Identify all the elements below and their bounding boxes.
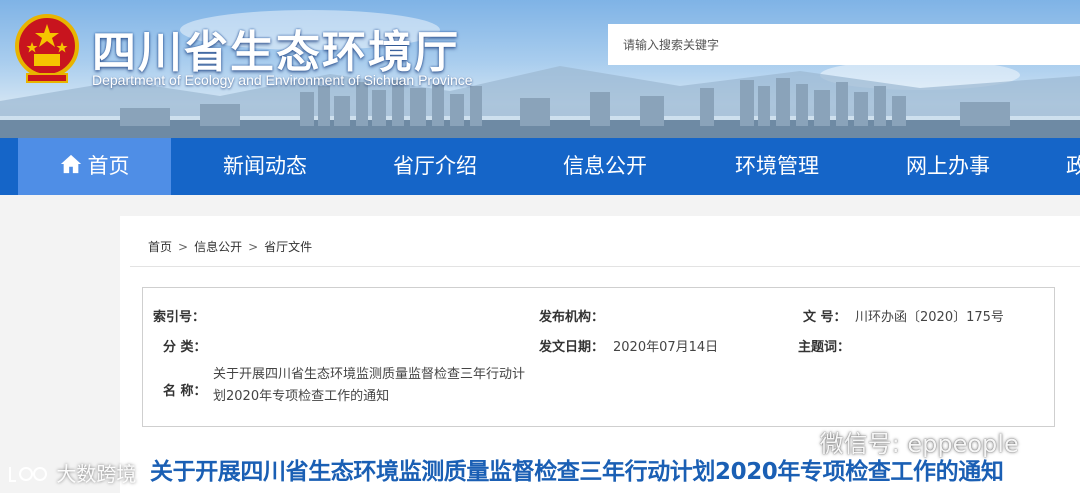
meta-date-value: 2020年07月14日 <box>613 340 719 355</box>
national-emblem-icon <box>15 14 79 83</box>
breadcrumb: 首页 > 信息公开 > 省厅文件 <box>148 238 318 255</box>
document-meta-box: 索引号： 发布机构： 文 号： 川环办函〔2020〕175号 分 类： 发文日期… <box>142 287 1055 427</box>
nav-item-about[interactable]: 省厅介绍 <box>360 138 510 195</box>
nav-item-label: 首页 <box>87 154 130 178</box>
wechat-icon <box>779 431 811 454</box>
wechat-watermark-text: 微信号: eppeople <box>819 430 1019 458</box>
divider <box>130 266 1080 267</box>
nav-item-online[interactable]: 网上办事 <box>873 138 1023 195</box>
breadcrumb-info[interactable]: 信息公开 <box>194 240 242 254</box>
site-subtitle: Department of Ecology and Environment of… <box>92 72 473 88</box>
breadcrumb-separator: > <box>178 240 189 254</box>
brand-logo-icon <box>9 467 47 482</box>
nav-item-environment[interactable]: 环境管理 <box>702 138 852 195</box>
breadcrumb-home[interactable]: 首页 <box>148 240 172 254</box>
nav-item-info[interactable]: 信息公开 <box>530 138 680 195</box>
site-title: 四川省生态环境厅 <box>92 27 460 78</box>
meta-publisher-label: 发布机构： <box>539 310 605 325</box>
meta-docno-value: 川环办函〔2020〕175号 <box>855 310 1004 325</box>
home-icon <box>60 154 81 174</box>
meta-category-label: 分 类： <box>163 340 207 355</box>
meta-subject-label: 主题词： <box>798 340 851 355</box>
wechat-watermark: 微信号: eppeople <box>778 424 1019 459</box>
nav-item-more[interactable]: 政 <box>1066 138 1080 195</box>
nav-item-home[interactable]: 首页 <box>18 138 171 195</box>
breadcrumb-documents[interactable]: 省厅文件 <box>264 240 312 254</box>
main-navbar: 首页 新闻动态 省厅介绍 信息公开 环境管理 网上办事 政 <box>0 138 1080 195</box>
meta-index-label: 索引号： <box>153 310 206 325</box>
nav-item-news[interactable]: 新闻动态 <box>190 138 340 195</box>
brand-watermark: 大数跨境 <box>6 458 136 487</box>
header-banner: 四川省生态环境厅 Department of Ecology and Envir… <box>0 0 1080 138</box>
meta-name-value: 关于开展四川省生态环境监测质量监督检查三年行动计划2020年专项检查工作的通知 <box>213 367 526 404</box>
breadcrumb-separator: > <box>248 240 259 254</box>
meta-date-label: 发文日期： <box>539 340 605 355</box>
brand-watermark-text: 大数跨境 <box>56 462 137 486</box>
search-input[interactable] <box>608 24 1080 65</box>
meta-name-label: 名 称： <box>163 384 207 399</box>
meta-docno-label: 文 号： <box>803 310 847 325</box>
